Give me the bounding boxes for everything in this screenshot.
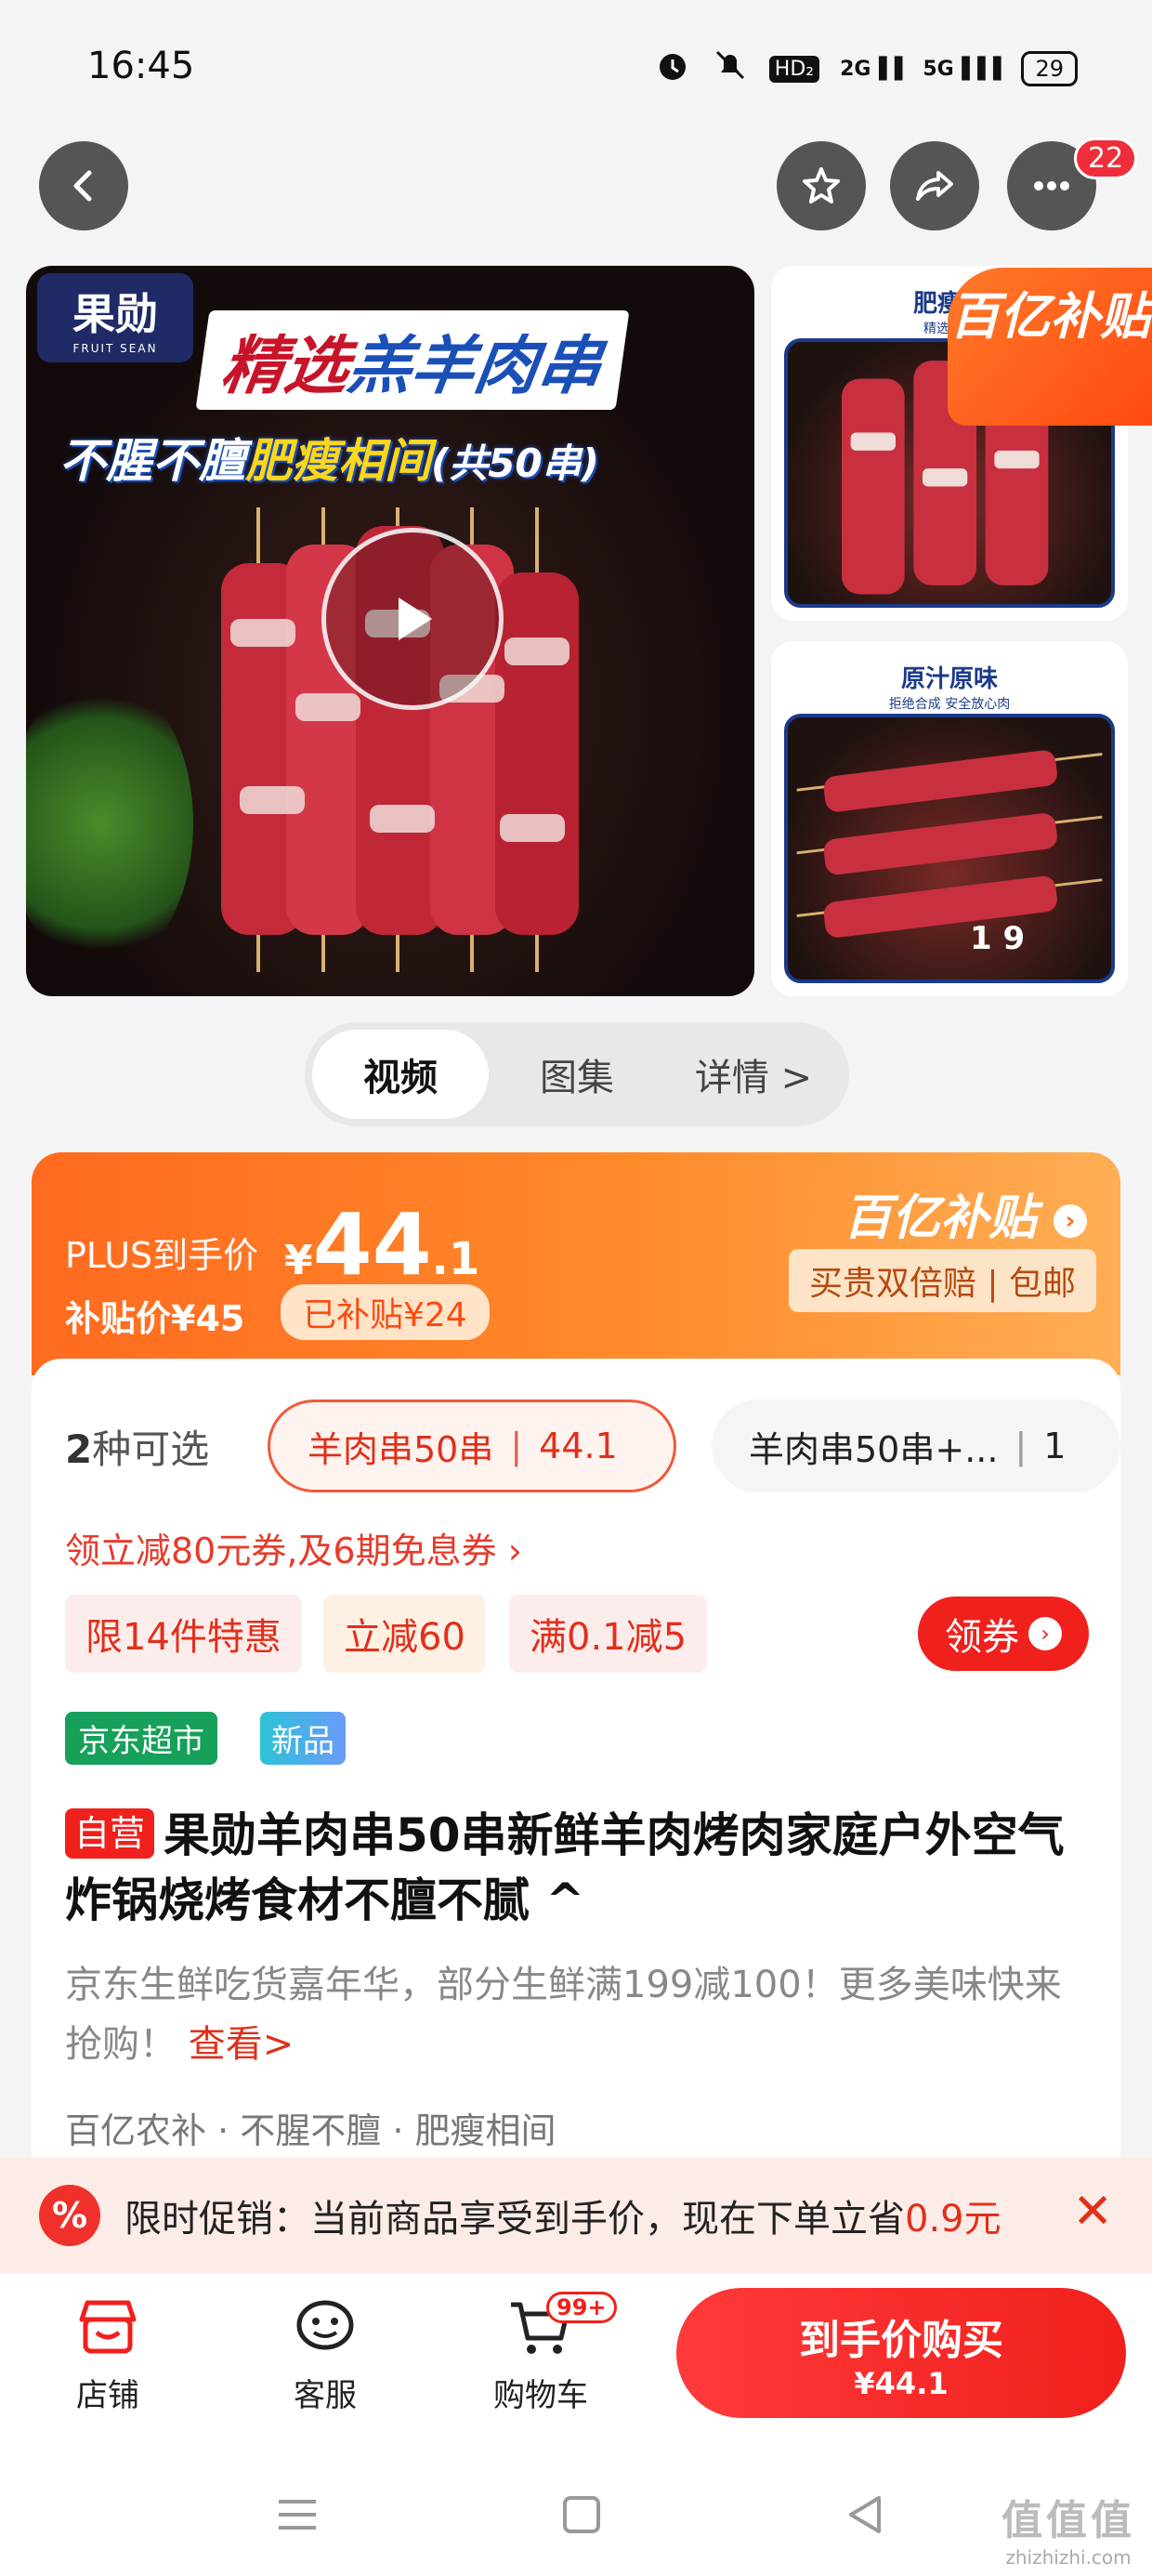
subsidy-amount-tag: 已补贴¥24 [281,1284,490,1340]
signal-5g-icon: 5G▐▐▐ [923,57,1001,81]
gallery-counter: 1 9 [970,920,1026,957]
coupon-offer-link[interactable]: 领立减80元券,及6期免息券 › [65,1522,522,1573]
plus-price-label: PLUS到手价 [65,1235,259,1276]
notification-badge: 22 [1074,138,1138,179]
play-icon [399,598,432,640]
mute-icon [712,46,749,91]
chevron-right-icon: › [1028,1617,1062,1650]
customer-service-button[interactable]: 客服 [251,2292,399,2415]
chat-face-icon [296,2300,354,2350]
options-count: 2种可选 [65,1426,210,1472]
product-description: 京东生鲜吃货嘉年华，部分生鲜满199减100！更多美味快来抢购！ 查看> [65,1964,1062,2066]
promo-tag: 满0.1减5 [509,1595,708,1673]
favorite-button[interactable] [777,141,866,230]
promo-text: 限时促销：当前商品享受到手价，现在下单立省0.9元 [124,2198,1001,2241]
more-dots-icon [1034,181,1069,191]
get-coupon-button[interactable]: 领券 › [918,1597,1089,1671]
self-operated-tag: 自营 [65,1808,155,1859]
tab-video[interactable]: 视频 [312,1030,489,1119]
tab-details[interactable]: 详情 > [665,1030,842,1119]
buy-now-button[interactable]: 到手价购买 ¥44.1 [676,2288,1126,2418]
jd-supermarket-tag: 京东超市 [65,1712,217,1765]
subsidy-price: 补贴价¥45 [65,1298,245,1339]
menu-icon[interactable] [269,2487,325,2543]
headline-secondary: 不腥不膻肥瘦相间(共50串) [59,434,599,488]
shop-button[interactable]: 店铺 [33,2292,182,2415]
close-icon[interactable]: ✕ [1072,2184,1113,2240]
lettuce-decoration [26,675,193,972]
gallery-thumb[interactable]: 原汁原味 拒绝合成 安全放心肉 [771,641,1128,996]
subsidy-program-link[interactable]: 百亿补贴 › [844,1178,1087,1248]
watermark: 值值值 zhizhizhi.com [1001,2497,1135,2569]
option-selected[interactable]: 羊肉串50串 | 44.1 [268,1400,676,1492]
status-bar: 16:45 HD₂ 2G▐▐ 5G▐▐▐ 29 [0,0,1152,130]
new-product-tag: 新品 [260,1712,346,1765]
alarm-icon [654,46,691,91]
headline-primary: 精选羔羊肉串 [195,310,630,410]
share-icon [916,171,953,201]
promo-banner[interactable]: % 限时促销：当前商品享受到手价，现在下单立省0.9元 ✕ [0,2158,1152,2273]
status-icons: HD₂ 2G▐▐ 5G▐▐▐ 29 [654,46,1078,91]
cart-button[interactable]: 购物车 99+ [466,2292,617,2415]
bottom-action-bar: 店铺 客服 购物车 99+ 到手价购买 ¥44.1 [0,2273,1152,2459]
cart-count-badge: 99+ [546,2292,617,2323]
thumb-image [784,714,1115,983]
promo-tag: 限14件特惠 [65,1595,302,1673]
chevron-left-icon [73,170,92,202]
tab-gallery[interactable]: 图集 [489,1030,665,1119]
price-card: PLUS到手价 ¥44.1 补贴价¥45 已补贴¥24 百亿补贴 › 买贵双倍赔… [32,1152,1120,1375]
view-more-link[interactable]: 查看> [189,2023,295,2066]
discount-icon: % [39,2185,100,2246]
shop-icon [79,2300,137,2354]
product-title[interactable]: 自营 果勋羊肉串50串新鲜羊肉烤肉家庭户外空气炸锅烧烤食材不膻不腻 ^ [65,1803,1087,1933]
home-icon[interactable] [554,2487,609,2543]
option-item[interactable]: 羊肉串50串+... | 1 [712,1400,1120,1492]
plus-price: ¥44.1 [284,1195,480,1295]
chevron-right-icon: › [1054,1204,1087,1238]
feature-tags: 百亿农补 · 不腥不膻 · 肥瘦相间 [65,2110,556,2151]
back-triangle-icon[interactable] [838,2487,894,2543]
back-button[interactable] [39,141,128,230]
hd-icon: HD₂ [768,55,820,83]
battery-icon: 29 [1021,51,1078,86]
signal-2g-icon: 2G▐▐ [840,57,903,81]
subsidy-badge: 百亿补贴 [948,268,1152,426]
status-time: 16:45 [87,45,195,87]
product-video[interactable]: 果勋 FRUIT SEAN 精选羔羊肉串 不腥不膻肥瘦相间(共50串) [26,266,754,996]
play-button[interactable] [321,528,504,710]
share-button[interactable] [890,141,979,230]
guarantee-tag: 买贵双倍赔 | 包邮 [788,1249,1096,1312]
brand-logo: 果勋 FRUIT SEAN [37,273,193,362]
system-nav-bar: 值值值 zhizhizhi.com [0,2459,1152,2576]
media-tabs: 视频 图集 详情 > [305,1022,849,1126]
product-detail: 2种可选 羊肉串50串 | 44.1 羊肉串50串+... | 1 领立减80元券,及6… [32,1359,1120,2297]
promo-tag: 立减60 [323,1595,486,1673]
star-icon [803,167,840,204]
